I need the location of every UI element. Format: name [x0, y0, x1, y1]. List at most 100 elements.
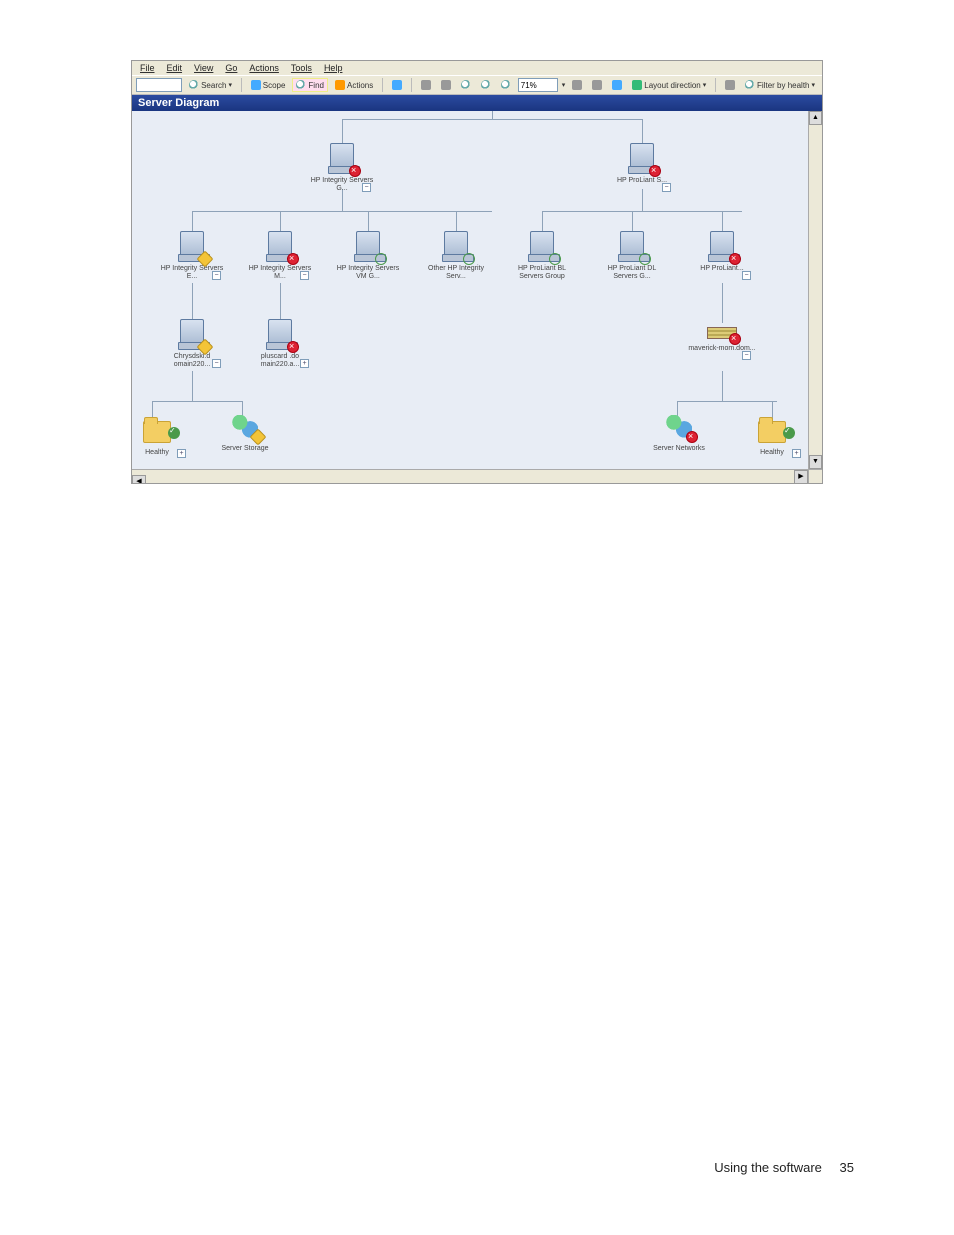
- fit-icon: [572, 80, 582, 90]
- vertical-scrollbar[interactable]: ▲ ▼: [808, 111, 822, 469]
- expand-button[interactable]: −: [212, 271, 221, 280]
- menu-view[interactable]: View: [194, 63, 213, 73]
- reset-icon: [725, 80, 735, 90]
- node-label: Server Storage: [210, 445, 280, 453]
- expand-button[interactable]: −: [742, 351, 751, 360]
- expand-button[interactable]: +: [792, 449, 801, 458]
- node-label: HP ProLiant DL Servers G...: [597, 265, 667, 280]
- menu-edit[interactable]: Edit: [167, 63, 183, 73]
- toolbar: Search ▾ Scope Find Actions ▾ Layout dir…: [132, 75, 822, 95]
- layout-icon: [632, 80, 642, 90]
- toolbar-fit2[interactable]: [589, 79, 605, 91]
- menu-tools[interactable]: Tools: [291, 63, 312, 73]
- search-button[interactable]: Search ▾: [186, 79, 235, 91]
- filter-icon: [745, 80, 755, 90]
- zoomin-icon: [461, 80, 471, 90]
- status-ok-icon: [463, 253, 475, 265]
- expand-button[interactable]: −: [212, 359, 221, 368]
- scroll-up-button[interactable]: ▲: [809, 111, 822, 125]
- diagram-canvas[interactable]: HP Integrity Servers G... − HP ProLiant …: [132, 111, 822, 483]
- toolbar-zoomin[interactable]: [458, 79, 474, 91]
- page-footer: Using the software 35: [714, 1160, 854, 1175]
- expand-button[interactable]: −: [662, 183, 671, 192]
- scroll-corner: [808, 469, 822, 483]
- node-proliant[interactable]: HP ProLiant... −: [687, 231, 757, 273]
- status-critical-icon: [686, 431, 698, 443]
- node-label: HP ProLiant BL Servers Group: [507, 265, 577, 280]
- menu-go[interactable]: Go: [225, 63, 237, 73]
- toolbar-overview[interactable]: [609, 79, 625, 91]
- application-window: File Edit View Go Actions Tools Help Sea…: [131, 60, 823, 484]
- expand-button[interactable]: −: [300, 271, 309, 280]
- node-integrity-servers-g[interactable]: HP Integrity Servers G... −: [307, 143, 377, 192]
- node-maverick[interactable]: maverick-mom.dom... −: [687, 319, 757, 353]
- status-critical-icon: [287, 253, 299, 265]
- toolbar-globe[interactable]: [389, 79, 405, 91]
- node-integrity-e[interactable]: HP Integrity Servers E... −: [157, 231, 227, 280]
- scroll-down-button[interactable]: ▼: [809, 455, 822, 469]
- node-chrysdskl[interactable]: Chrysdskl.d omain220... −: [157, 319, 227, 368]
- toolbar-reset[interactable]: [722, 79, 738, 91]
- scope-button[interactable]: Scope: [248, 79, 289, 91]
- node-server-networks[interactable]: Server Networks: [644, 415, 714, 453]
- node-integrity-m[interactable]: HP Integrity Servers M... −: [245, 231, 315, 280]
- menu-file[interactable]: File: [140, 63, 155, 73]
- status-ok-icon: [549, 253, 561, 265]
- actions-button[interactable]: Actions: [332, 79, 376, 91]
- node-server-storage[interactable]: Server Storage: [210, 415, 280, 453]
- status-critical-icon: [729, 253, 741, 265]
- status-critical-icon: [649, 165, 661, 177]
- actions-icon: [335, 80, 345, 90]
- node-other-integrity[interactable]: Other HP Integrity Serv...: [421, 231, 491, 280]
- horizontal-scrollbar[interactable]: ◀ ▶: [132, 469, 808, 483]
- node-proliant-dl[interactable]: HP ProLiant DL Servers G...: [597, 231, 667, 280]
- zoom-input[interactable]: [518, 78, 558, 92]
- toolbar-textbox[interactable]: [136, 78, 182, 92]
- overview-icon: [612, 80, 622, 90]
- preview-icon: [441, 80, 451, 90]
- toolbar-preview[interactable]: [438, 79, 454, 91]
- globe-icon: [392, 80, 402, 90]
- menu-help[interactable]: Help: [324, 63, 343, 73]
- node-label: Server Networks: [644, 445, 714, 453]
- zoom-dropdown[interactable]: ▾: [562, 81, 566, 89]
- node-proliant-bl[interactable]: HP ProLiant BL Servers Group: [507, 231, 577, 280]
- toolbar-fit1[interactable]: [569, 79, 585, 91]
- find-button[interactable]: Find: [292, 78, 328, 92]
- menubar: File Edit View Go Actions Tools Help: [132, 61, 822, 75]
- toolbar-zoomfit[interactable]: [498, 79, 514, 91]
- node-healthy-left[interactable]: Healthy +: [132, 419, 192, 457]
- node-label: HP Integrity Servers VM G...: [333, 265, 403, 280]
- node-label: Other HP Integrity Serv...: [421, 265, 491, 280]
- scroll-right-button[interactable]: ▶: [794, 470, 808, 483]
- footer-page-number: 35: [840, 1160, 854, 1175]
- layout-button[interactable]: Layout direction ▾: [629, 79, 709, 91]
- expand-button[interactable]: −: [742, 271, 751, 280]
- status-ok-icon: [375, 253, 387, 265]
- node-healthy-right[interactable]: Healthy +: [737, 419, 807, 457]
- find-icon: [296, 80, 306, 90]
- toolbar-print[interactable]: [418, 79, 434, 91]
- scope-icon: [251, 80, 261, 90]
- node-pluscard[interactable]: pluscard .do main220.a... +: [245, 319, 315, 368]
- zoomout-icon: [481, 80, 491, 90]
- print-icon: [421, 80, 431, 90]
- zoomfit-icon: [501, 80, 511, 90]
- folder-icon: [758, 421, 786, 443]
- search-icon: [189, 80, 199, 90]
- status-healthy-icon: [168, 427, 180, 439]
- menu-actions[interactable]: Actions: [249, 63, 279, 73]
- expand-button[interactable]: +: [300, 359, 309, 368]
- node-integrity-vm[interactable]: HP Integrity Servers VM G...: [333, 231, 403, 280]
- expand-button[interactable]: +: [177, 449, 186, 458]
- folder-icon: [143, 421, 171, 443]
- scroll-left-button[interactable]: ◀: [132, 475, 146, 483]
- filter-button[interactable]: Filter by health ▾: [742, 79, 818, 91]
- toolbar-zoomout[interactable]: [478, 79, 494, 91]
- status-critical-icon: [349, 165, 361, 177]
- node-proliant-s[interactable]: HP ProLiant S... −: [607, 143, 677, 185]
- expand-button[interactable]: −: [362, 183, 371, 192]
- status-critical-icon: [287, 341, 299, 353]
- status-critical-icon: [729, 333, 741, 345]
- fit2-icon: [592, 80, 602, 90]
